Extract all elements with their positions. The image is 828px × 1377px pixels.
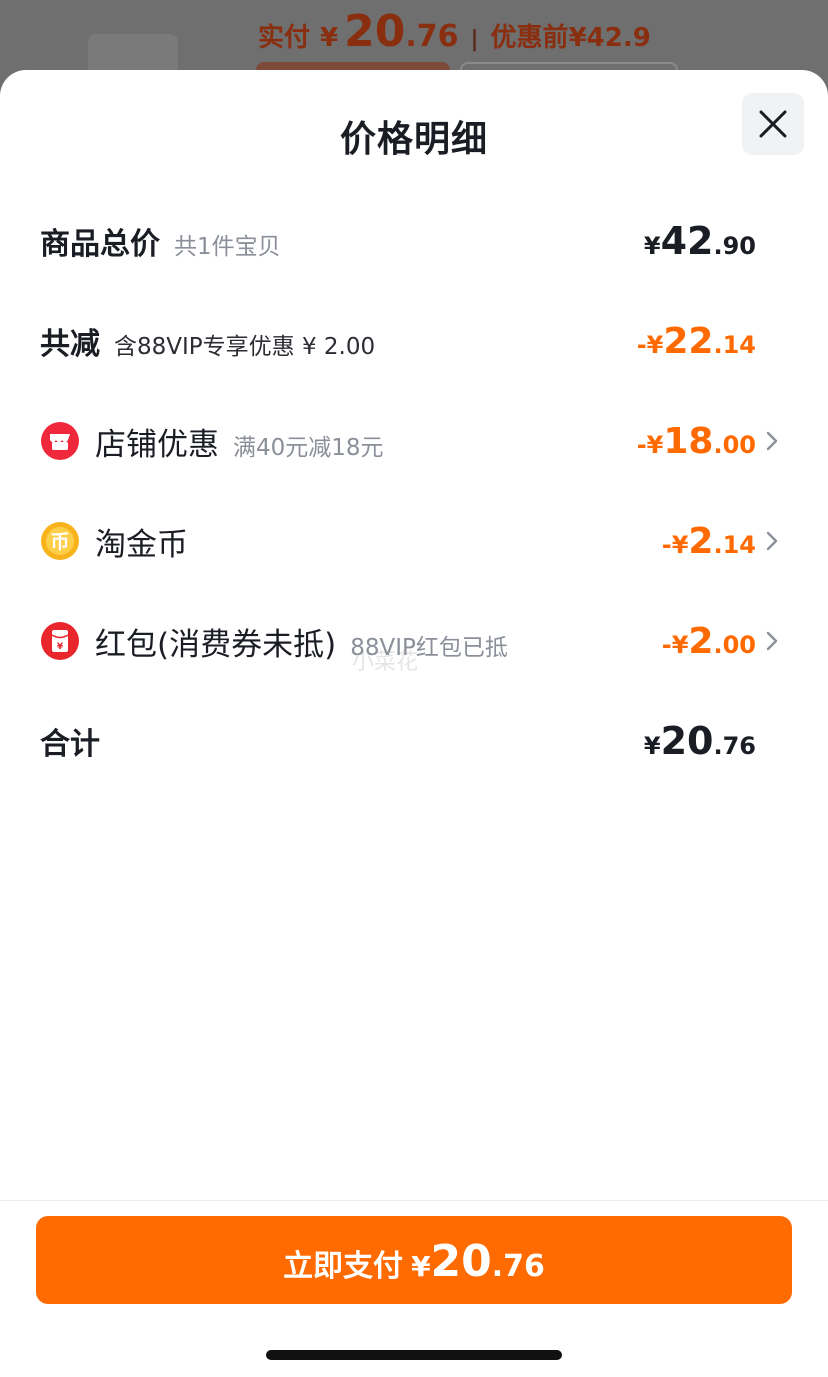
close-button[interactable] xyxy=(742,93,804,155)
row-label: 商品总价 xyxy=(40,227,160,262)
price-detail-sheet: 价格明细 商品总价 共1件宝贝 ¥ 42 .90 共减 含88VIP专享优惠 ¥… xyxy=(0,70,828,1377)
row-label: 共减 xyxy=(40,327,100,362)
amount-decimal: .00 xyxy=(713,430,756,459)
row-taojinbi[interactable]: 币 淘金币 -¥ 2 .14 xyxy=(0,491,828,591)
paid-decimal: .76 xyxy=(405,19,459,54)
pay-button-integer: 20 xyxy=(430,1236,492,1287)
chevron-right-icon xyxy=(762,431,782,451)
amount-decimal: .14 xyxy=(713,330,756,359)
chevron-right-icon xyxy=(762,531,782,551)
paid-label: 实付 xyxy=(258,23,311,53)
shop-discount-icon xyxy=(40,421,80,461)
red-packet-icon: ¥ xyxy=(40,621,80,661)
amount-integer: 18 xyxy=(663,420,714,462)
row-sub: 满40元减18元 xyxy=(233,434,384,461)
pay-button-decimal: .76 xyxy=(491,1249,545,1284)
amount-integer: 2 xyxy=(688,620,714,662)
grand-total-amount: ¥ 20 .76 xyxy=(644,719,756,763)
amount-decimal: .76 xyxy=(713,732,756,760)
watermark: 小菜花 xyxy=(352,650,419,675)
amount-currency: -¥ xyxy=(636,430,664,459)
amount-currency: -¥ xyxy=(661,530,689,559)
amount-integer: 42 xyxy=(660,219,714,263)
paid-integer: 20 xyxy=(344,6,406,57)
original-label: 优惠前 xyxy=(490,23,569,53)
amount-integer: 20 xyxy=(660,719,714,763)
row-sub: 含88VIP专享优惠 ¥ 2.00 xyxy=(114,334,376,360)
row-label: 红包(消费券未抵) xyxy=(95,626,337,663)
pay-button-label: 立即支付 xyxy=(283,1249,404,1284)
red-packet-amount: -¥ 2 .00 xyxy=(662,621,756,662)
shop-discount-amount: -¥ 18 .00 xyxy=(637,421,756,462)
pay-now-button[interactable]: 立即支付 ¥ 20 .76 xyxy=(36,1216,792,1304)
svg-text:¥: ¥ xyxy=(57,642,64,652)
row-label: 店铺优惠 xyxy=(95,426,219,463)
goods-total-amount: ¥ 42 .90 xyxy=(644,219,756,263)
amount-decimal: .90 xyxy=(713,232,756,260)
amount-currency: ¥ xyxy=(643,732,661,760)
amount-integer: 22 xyxy=(663,320,714,362)
row-sub: 共1件宝贝 xyxy=(174,234,281,260)
row-label: 合计 xyxy=(40,727,100,762)
gold-coin-icon: 币 xyxy=(40,521,80,561)
row-total-discount: 共减 含88VIP专享优惠 ¥ 2.00 -¥ 22 .14 xyxy=(0,291,828,391)
row-grand-total: 合计 ¥ 20 .76 xyxy=(0,691,828,791)
chevron-right-icon xyxy=(762,631,782,651)
amount-currency: ¥ xyxy=(643,232,661,260)
pay-button-currency: ¥ xyxy=(411,1250,431,1283)
amount-currency: -¥ xyxy=(636,330,664,359)
amount-integer: 2 xyxy=(688,520,714,562)
close-icon xyxy=(759,110,787,138)
row-red-packet[interactable]: ¥ 红包(消费券未抵) 88VIP红包已抵 -¥ 2 .00 xyxy=(0,591,828,691)
row-goods-total: 商品总价 共1件宝贝 ¥ 42 .90 xyxy=(0,191,828,291)
taojinbi-amount: -¥ 2 .14 xyxy=(662,521,756,562)
row-label: 淘金币 xyxy=(95,526,188,563)
price-rows: 商品总价 共1件宝贝 ¥ 42 .90 共减 含88VIP专享优惠 ¥ 2.00… xyxy=(0,191,828,791)
sheet-title: 价格明细 xyxy=(339,119,488,160)
total-discount-amount: -¥ 22 .14 xyxy=(637,321,756,362)
background-price-bar: 实付 ¥ 20 .76 | 优惠前 ¥42.9 xyxy=(258,6,651,57)
svg-text:币: 币 xyxy=(50,531,69,553)
home-indicator[interactable] xyxy=(266,1350,562,1360)
original-price: ¥42.9 xyxy=(568,23,651,53)
price-separator: | xyxy=(470,27,479,52)
amount-decimal: .00 xyxy=(713,630,756,659)
paid-currency: ¥ xyxy=(320,23,339,53)
amount-decimal: .14 xyxy=(713,530,756,559)
bottom-divider xyxy=(0,1200,828,1201)
row-shop-discount[interactable]: 店铺优惠 满40元减18元 -¥ 18 .00 xyxy=(0,391,828,491)
amount-currency: -¥ xyxy=(661,630,689,659)
